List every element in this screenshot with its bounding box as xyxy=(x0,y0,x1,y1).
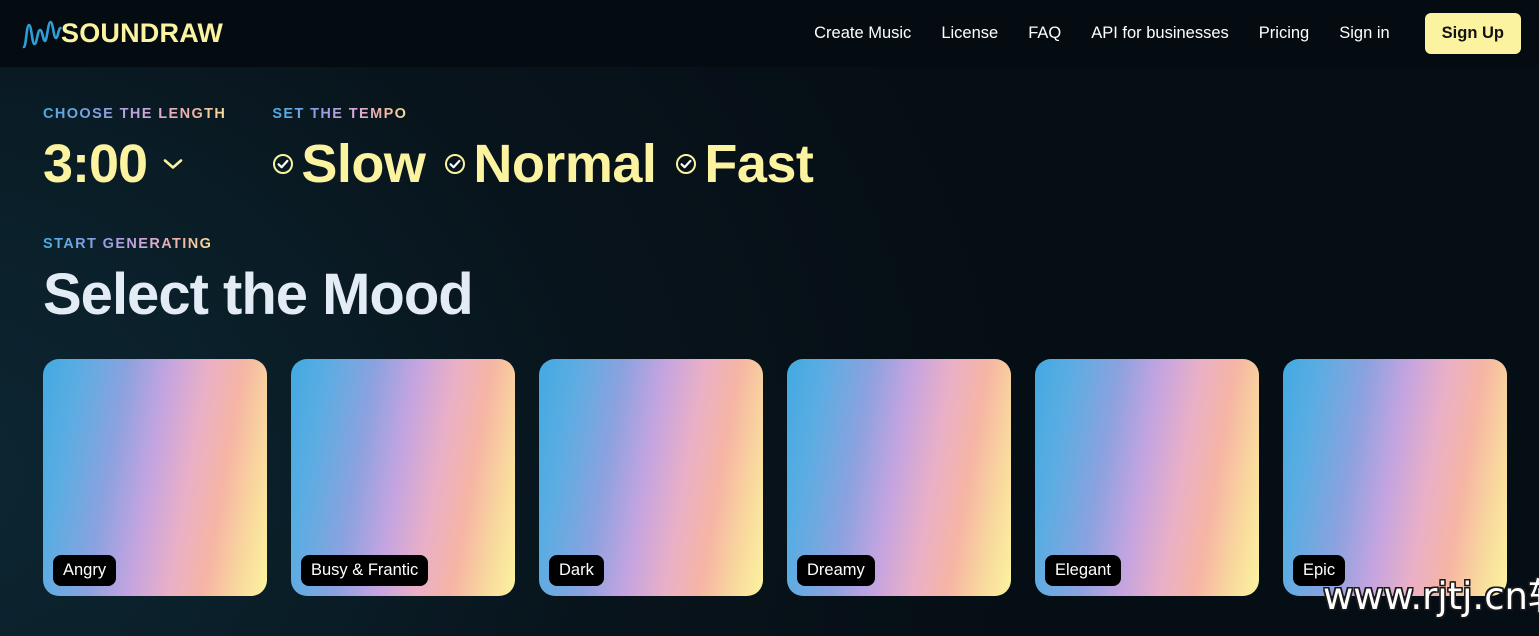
tempo-label-fast: Fast xyxy=(704,134,814,194)
mood-card-label: Busy & Frantic xyxy=(301,554,429,586)
length-control: CHOOSE THE LENGTH 3:00 xyxy=(43,105,226,191)
tempo-label-slow: Slow xyxy=(301,134,426,194)
logo-text: SOUNDRAW xyxy=(61,18,224,48)
page-title: Select the Mood xyxy=(43,262,474,327)
chevron-down-icon[interactable] xyxy=(162,157,184,171)
mood-card-epic[interactable]: Epic xyxy=(1283,358,1507,596)
mood-card-label: Elegant xyxy=(1045,554,1121,586)
nav-item-faq[interactable]: FAQ xyxy=(1028,24,1061,43)
generation-controls: CHOOSE THE LENGTH 3:00 SET THE TEMPO Slo… xyxy=(43,105,1539,191)
tempo-control: SET THE TEMPO Slow Normal Fast xyxy=(272,105,814,194)
mood-card-label: Dark xyxy=(549,554,604,586)
tempo-label-normal: Normal xyxy=(473,134,657,194)
nav-item-api-for-businesses[interactable]: API for businesses xyxy=(1091,24,1229,43)
logo[interactable]: SOUNDRAW xyxy=(22,0,223,67)
mood-card-grid: Angry Busy & Frantic Dark Dreamy Elegant… xyxy=(43,358,1539,596)
mood-section: START GENERATING Select the Mood Angry B… xyxy=(43,235,1539,596)
main-content: CHOOSE THE LENGTH 3:00 SET THE TEMPO Slo… xyxy=(0,105,1539,596)
nav-item-create-music[interactable]: Create Music xyxy=(814,24,911,43)
main-nav: Create Music License FAQ API for busines… xyxy=(814,13,1521,54)
nav-item-sign-in[interactable]: Sign in xyxy=(1339,24,1389,43)
check-circle-icon xyxy=(445,154,466,174)
waveform-icon xyxy=(22,20,62,48)
check-circle-icon xyxy=(273,154,294,174)
mood-card-dark[interactable]: Dark xyxy=(539,358,763,596)
mood-card-busy-frantic[interactable]: Busy & Frantic xyxy=(291,358,515,596)
mood-card-label: Dreamy xyxy=(797,554,875,586)
tempo-options: Slow Normal Fast xyxy=(272,134,814,194)
tempo-option-normal[interactable]: Normal xyxy=(444,134,657,194)
mood-card-label: Angry xyxy=(53,554,117,586)
length-selector[interactable]: 3:00 xyxy=(43,137,226,191)
tempo-option-fast[interactable]: Fast xyxy=(675,134,814,194)
mood-eyebrow-label: START GENERATING xyxy=(43,236,213,252)
length-eyebrow-label: CHOOSE THE LENGTH xyxy=(43,106,227,122)
sign-up-button[interactable]: Sign Up xyxy=(1424,13,1521,54)
length-value: 3:00 xyxy=(43,134,148,194)
mood-card-label: Epic xyxy=(1293,554,1346,586)
nav-item-pricing[interactable]: Pricing xyxy=(1259,24,1309,43)
tempo-eyebrow-label: SET THE TEMPO xyxy=(272,106,408,122)
mood-card-elegant[interactable]: Elegant xyxy=(1035,358,1259,596)
check-circle-icon xyxy=(676,154,697,174)
mood-card-angry[interactable]: Angry xyxy=(43,358,267,596)
site-header: SOUNDRAW Create Music License FAQ API fo… xyxy=(0,0,1539,67)
mood-card-dreamy[interactable]: Dreamy xyxy=(787,358,1011,596)
tempo-option-slow[interactable]: Slow xyxy=(272,134,426,194)
nav-item-license[interactable]: License xyxy=(941,24,998,43)
